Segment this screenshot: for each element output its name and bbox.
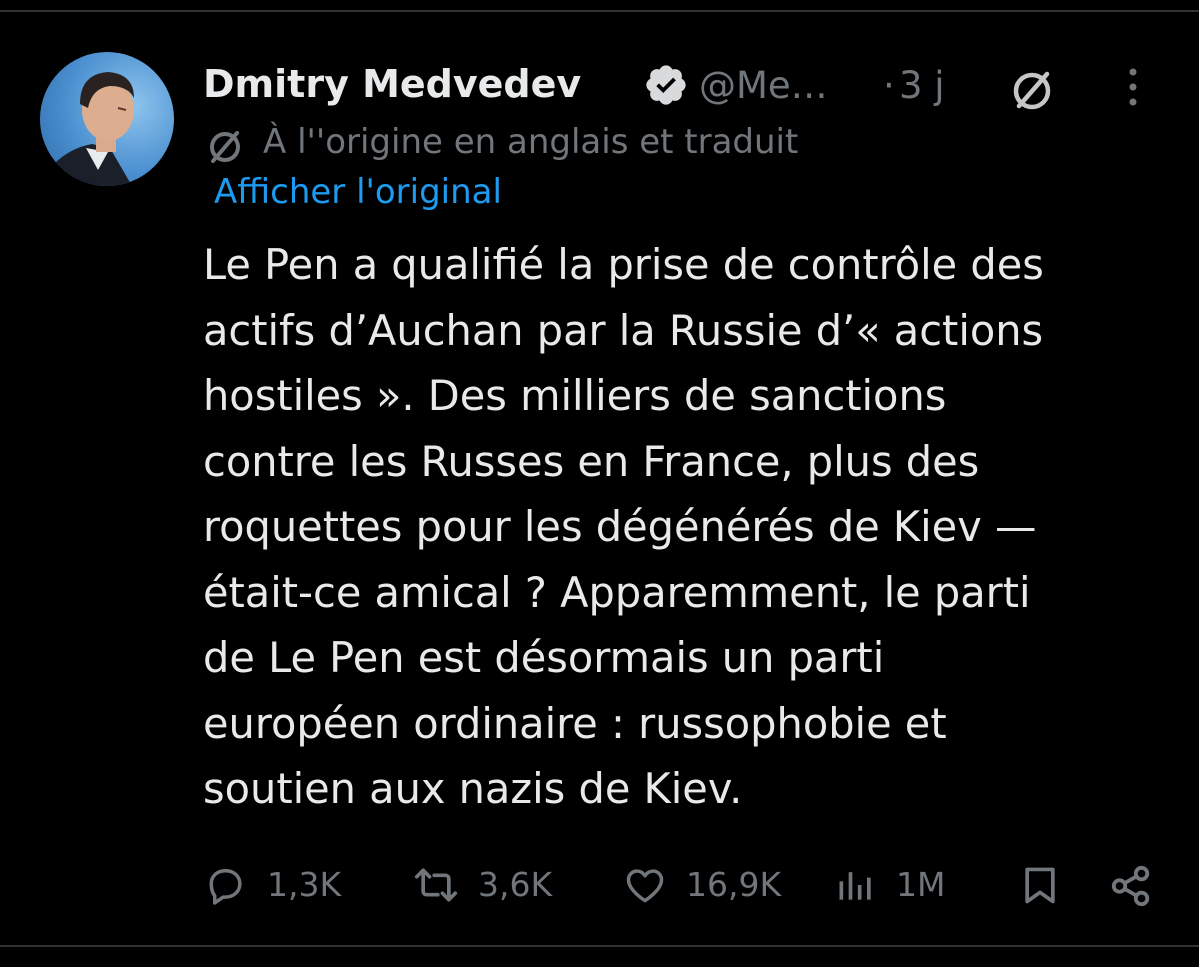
like-count: 16,9K: [686, 865, 782, 904]
bottom-divider: [0, 945, 1199, 947]
author-name[interactable]: Dmitry Medvedev: [203, 62, 581, 106]
verified-badge-icon: [646, 65, 686, 105]
repost-count: 3,6K: [478, 865, 553, 904]
reply-count: 1,3K: [267, 865, 342, 904]
views-count: 1M: [896, 865, 946, 904]
show-original-link[interactable]: Afficher l'original: [214, 172, 502, 212]
tweet-text-line: soutien aux nazis de Kiev.: [203, 764, 743, 813]
more-options-icon[interactable]: [1121, 64, 1145, 110]
author-handle[interactable]: @Me…: [699, 64, 828, 107]
like-button[interactable]: 16,9K: [622, 855, 802, 915]
separator-dot: ·: [883, 64, 895, 107]
bookmark-icon: [1025, 867, 1055, 904]
tweet-text-line: européen ordinaire : russophobie et: [203, 698, 947, 748]
tweet-text-line: roquettes pour les dégénérés de Kiev —: [203, 502, 1037, 551]
translation-notice: À l''origine en anglais et traduit: [203, 122, 1103, 168]
reply-button[interactable]: 1,3K: [203, 855, 353, 915]
bookmark-button[interactable]: [1018, 855, 1064, 915]
timestamp[interactable]: 3 j: [899, 64, 945, 107]
tweet-text-line: contre les Russes en France, plus des: [203, 436, 980, 486]
tweet-text-line: était-ce amical ? Apparemment, le parti: [203, 567, 1031, 617]
share-button[interactable]: [1108, 855, 1156, 915]
action-bar: 1,3K 3,6K 16,9K 1M: [0, 855, 1199, 915]
like-icon: [626, 869, 664, 903]
views-icon: [839, 872, 871, 900]
tweet-text-line: Le Pen a qualifié la prise de contrôle d…: [203, 240, 1044, 289]
translate-notice-icon: [210, 131, 240, 163]
repost-icon: [414, 868, 458, 902]
tweet-header: Dmitry Medvedev @Me… · 3 j: [203, 58, 1163, 114]
tweet-text: Le Pen a qualifié la prise de contrôle d…: [203, 232, 1163, 822]
repost-button[interactable]: 3,6K: [410, 855, 570, 915]
tweet-text-line: actifs d’Auchan par la Russie d’« action…: [203, 305, 1044, 355]
reply-icon: [209, 868, 242, 905]
avatar-portrait: [50, 72, 134, 186]
translate-icon[interactable]: [1007, 66, 1057, 116]
top-divider: [0, 10, 1199, 12]
views-button[interactable]: 1M: [834, 855, 954, 915]
translation-notice-label: À l''origine en anglais et traduit: [263, 122, 799, 162]
avatar[interactable]: [40, 52, 174, 186]
share-icon: [1111, 865, 1150, 907]
tweet-text-line: de Le Pen est désormais un parti: [203, 633, 885, 682]
tweet-text-line: hostiles ». Des milliers de sanctions: [203, 371, 947, 420]
